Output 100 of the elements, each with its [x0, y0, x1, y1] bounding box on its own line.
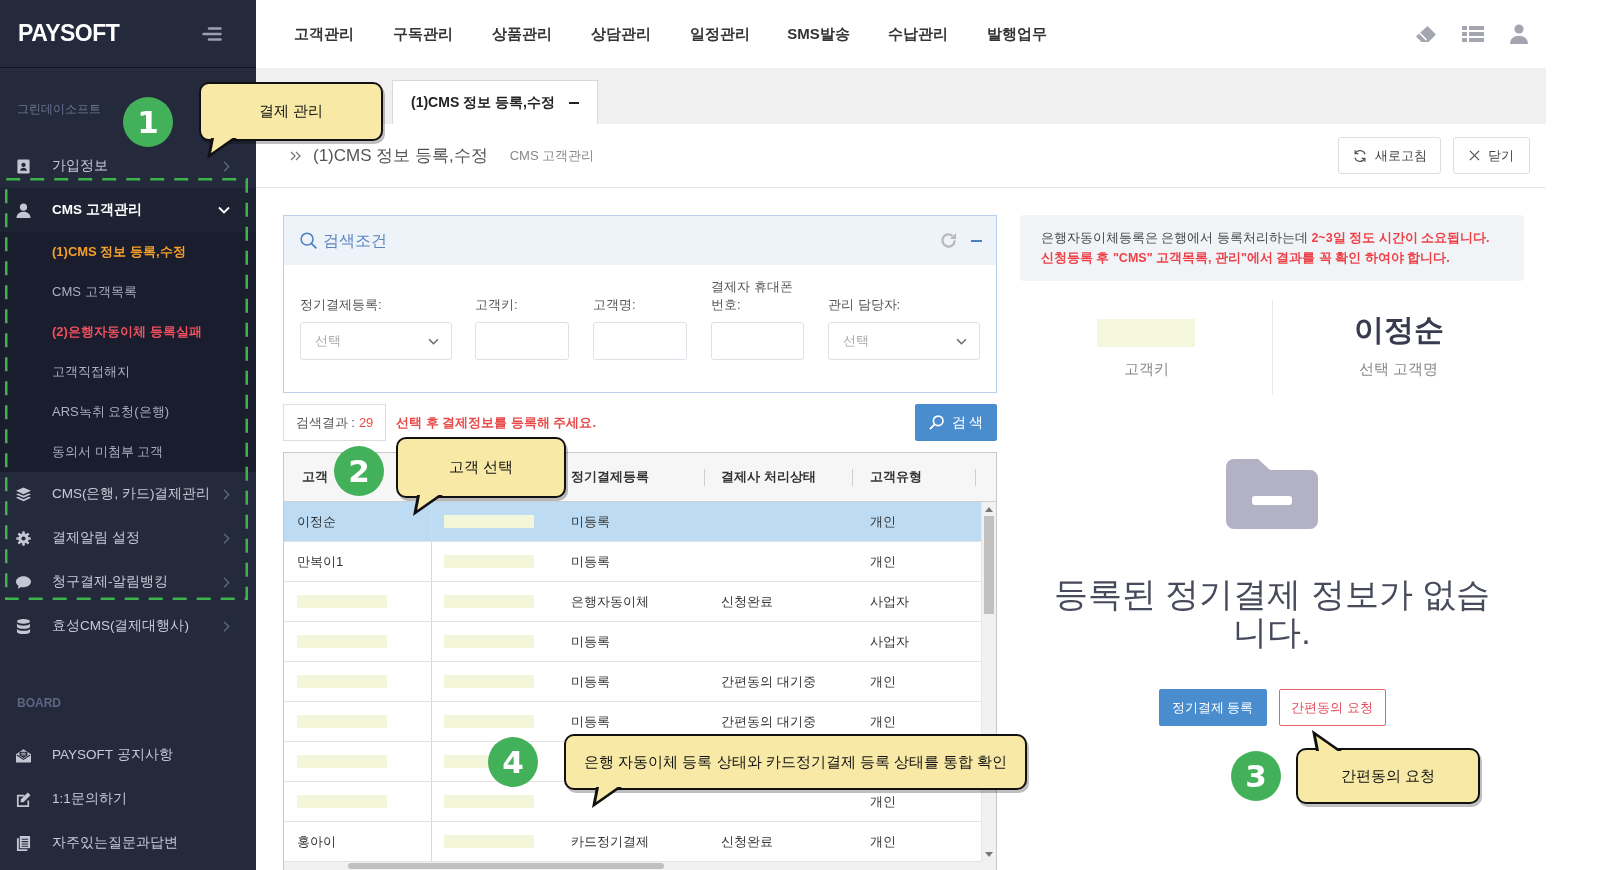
double-chevron-icon [290, 150, 301, 161]
minus-icon[interactable] [568, 101, 579, 104]
table-row[interactable]: 이정순 미등록 개인 [284, 502, 981, 542]
nav-menu-item[interactable]: 수납관리 [887, 22, 948, 46]
refresh-icon [1352, 148, 1367, 163]
close-icon [1469, 150, 1480, 161]
table-cell-text: 카드정기결제 [571, 832, 649, 851]
table-cell-text: 사업자 [870, 592, 909, 611]
chevron-right-icon [223, 576, 230, 588]
sidebar-item[interactable]: 가입정보 [0, 144, 256, 188]
nav-menu-item[interactable]: 고객관리 [293, 22, 354, 46]
scrollbar-thumb[interactable] [984, 516, 994, 614]
submenu-item[interactable]: 동의서 미첨부 고객 [0, 432, 256, 472]
field-label: 선택 고객명 [1358, 360, 1439, 378]
action-button[interactable]: 정기결제 등록 [1158, 689, 1267, 726]
table-cell-text: 이정순 [297, 512, 336, 531]
table-cell-text: 미등록 [571, 712, 610, 731]
speech-bubble-icon [16, 574, 31, 590]
breadcrumb-text: CMS 고객관리 [509, 146, 595, 165]
horizontal-scrollbar[interactable] [284, 862, 996, 870]
nav-menu-item[interactable]: 구독관리 [392, 22, 453, 46]
app-logo: PAYSOFT [18, 19, 120, 49]
table-row[interactable]: 미등록 간편동의 대기중 개인 [284, 662, 981, 702]
field-label: 정기결제등록: [300, 296, 382, 314]
sidebar-item[interactable]: 자주있는질문과답변 [0, 821, 256, 865]
table-cell-text: 미등록 [571, 632, 610, 651]
eraser-icon[interactable] [1415, 25, 1437, 43]
step-marker: 3 [1231, 751, 1281, 801]
table-row[interactable]: 만복이1 미등록 개인 [284, 542, 981, 582]
input-field[interactable] [475, 322, 569, 360]
table-row[interactable]: 은행자동이체 신청완료 사업자 [284, 582, 981, 622]
customer-name: 이정순 [1353, 312, 1444, 348]
close-button[interactable]: 닫기 [1453, 137, 1530, 174]
submenu-item[interactable]: 고객직접해지 [0, 352, 256, 392]
action-button[interactable]: 간편동의 요청 [1278, 689, 1386, 726]
field-label: 고객키: [475, 296, 518, 314]
sidebar-item[interactable]: 효성CMS(결제대행사) [0, 604, 256, 648]
sidebar-item[interactable]: 1:1문의하기 [0, 777, 256, 821]
table-cell-text: 신청완료 [721, 592, 773, 611]
field-label: 관리 담당자: [828, 296, 901, 314]
table-row[interactable]: 홍아이 카드정기결제 신청완료 개인 [284, 822, 981, 862]
nav-menu-item[interactable]: 발행업무 [986, 22, 1047, 46]
input-field[interactable] [711, 322, 804, 360]
table-cell-text: 간편동의 대기중 [721, 672, 816, 691]
user-icon[interactable] [1509, 24, 1529, 44]
page-title: (1)CMS 정보 등록,수정 [313, 145, 488, 166]
panel-title: 검색조건 [323, 230, 387, 251]
scroll-up-icon[interactable] [985, 507, 993, 512]
table-cell-text: 개인 [870, 512, 896, 531]
table-cell-text: 신청완료 [721, 832, 773, 851]
submenu-item[interactable]: (1)CMS 정보 등록,수정 [0, 232, 256, 272]
sidebar-item[interactable]: CMS 고객관리 [0, 188, 256, 232]
table-cell-text: 개인 [870, 792, 896, 811]
nav-menu-item[interactable]: 상담관리 [590, 22, 651, 46]
result-count: 29 [358, 413, 374, 432]
table-cell-text: 개인 [870, 552, 896, 571]
sidebar-item[interactable]: PAYSOFT 공지사항 [0, 733, 256, 777]
search-icon [300, 232, 317, 249]
chevron-right-icon [223, 488, 230, 500]
chevron-down-icon [428, 337, 439, 345]
refresh-button[interactable]: 새로고침 [1338, 137, 1441, 174]
input-field[interactable] [593, 322, 687, 360]
sidebar-item[interactable]: 청구결제-알림뱅킹 [0, 560, 256, 604]
nav-menu-item[interactable]: SMS발송 [787, 22, 850, 46]
table-row[interactable]: 미등록 사업자 [284, 622, 981, 662]
callout-tooltip: 간편동의 요청 [1296, 730, 1480, 804]
column-header: 고객 [302, 468, 328, 487]
chevron-right-icon [223, 532, 230, 544]
table-cell-text: 개인 [870, 712, 896, 731]
sidebar-item[interactable]: 결제알림 설정 [0, 516, 256, 560]
submenu-item[interactable]: (2)은행자동이체 등록실패 [0, 312, 256, 352]
chevron-right-icon [223, 160, 230, 172]
notice-text: 은행자동이체등록은 은행에서 등록처리하는데 2~3일 정도 시간이 소요됩니다. [1041, 230, 1490, 247]
submenu-item[interactable]: ARS녹취 요청(은행) [0, 392, 256, 432]
list-icon[interactable] [1462, 25, 1484, 43]
table-cell-text: 개인 [870, 832, 896, 851]
table-cell-text: 미등록 [571, 552, 610, 571]
chevron-right-icon [223, 620, 230, 632]
scroll-down-icon[interactable] [985, 852, 993, 857]
section-label: 그린데이소프트 [17, 101, 101, 118]
column-header: 결제사 처리상태 [721, 468, 816, 487]
refresh-icon[interactable] [940, 232, 957, 249]
section-label: BOARD [17, 695, 61, 712]
tab[interactable]: (1)CMS 정보 등록,수정 [392, 80, 598, 124]
sidebar-item[interactable]: CMS(은행, 카드)결제관리 [0, 472, 256, 516]
empty-message: 등록된 정기결제 정보가 없습니다. [1052, 575, 1492, 651]
column-header: 고객유형 [870, 468, 922, 487]
nav-menu-item[interactable]: 일정관리 [689, 22, 750, 46]
id-card-icon [16, 158, 31, 174]
nav-menu-item[interactable]: 상품관리 [491, 22, 552, 46]
scrollbar-thumb[interactable] [348, 863, 664, 869]
search-button[interactable]: 검 색 [915, 404, 997, 441]
hint-text: 선택 후 결제정보를 등록해 주세요. [396, 413, 597, 432]
folder-icon [1226, 459, 1318, 529]
table-cell-text: 홍아이 [297, 832, 336, 851]
gear-icon [16, 530, 31, 546]
result-label: 검색결과 : [295, 413, 355, 432]
envelope-icon [16, 747, 31, 763]
submenu-item[interactable]: CMS 고객목록 [0, 272, 256, 312]
menu-icon[interactable] [202, 26, 222, 41]
